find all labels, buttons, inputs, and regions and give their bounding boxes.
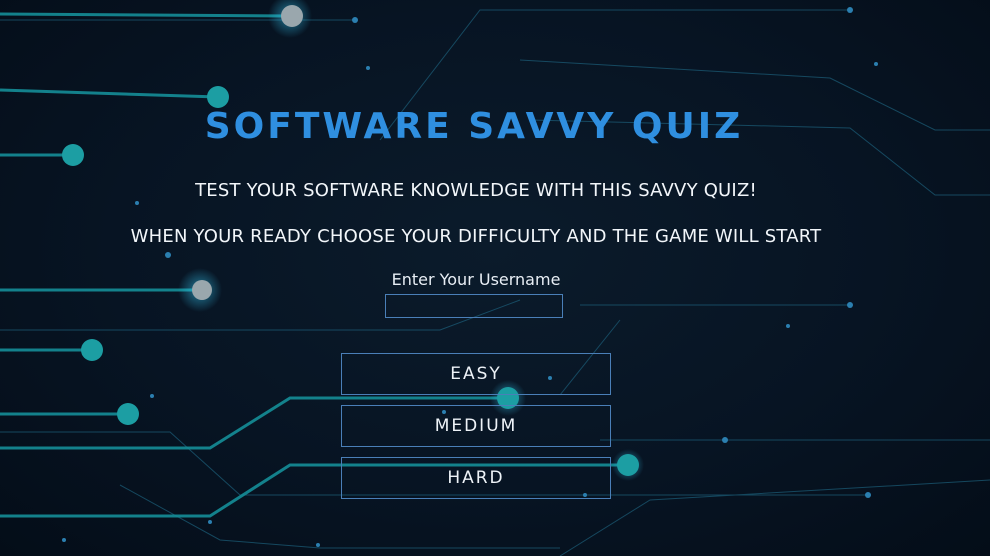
medium-button[interactable]: MEDIUM bbox=[341, 405, 611, 447]
instructions-text: WHEN YOUR READY CHOOSE YOUR DIFFICULTY A… bbox=[130, 226, 822, 247]
username-input[interactable] bbox=[385, 294, 563, 318]
easy-button[interactable]: EASY bbox=[341, 353, 611, 395]
username-label: Enter Your Username bbox=[391, 270, 561, 289]
hard-button[interactable]: HARD bbox=[341, 457, 611, 499]
start-screen: SOFTWARE SAVVY QUIZ TEST YOUR SOFTWARE K… bbox=[0, 0, 990, 556]
tagline: TEST YOUR SOFTWARE KNOWLEDGE WITH THIS S… bbox=[195, 180, 757, 201]
quiz-title: SOFTWARE SAVVY QUIZ bbox=[204, 106, 744, 147]
